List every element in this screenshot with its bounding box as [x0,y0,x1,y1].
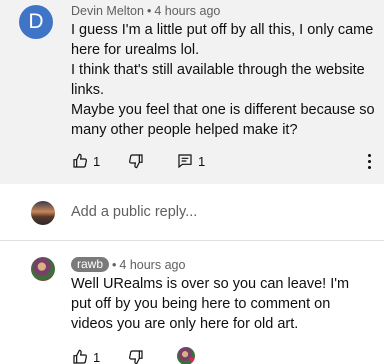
replies-button[interactable]: 1 [177,151,205,171]
thumbs-up-icon [73,153,87,168]
author-name-badge[interactable]: rawb [71,257,110,272]
thumbs-down-icon [129,154,143,169]
more-vertical-icon [361,154,377,169]
like-count: 1 [93,349,101,364]
comment-actions: 1 1 [72,151,377,171]
more-options-button[interactable] [361,151,377,171]
comment-line: I think that's still available through t… [71,62,365,98]
creator-heart-icon: ♥ [189,355,195,364]
like-button[interactable]: 1 [72,151,100,171]
comment-time[interactable]: 4 hours ago [154,4,220,18]
dislike-button[interactable] [128,347,144,364]
dislike-button[interactable] [128,151,144,171]
comment-meta: Devin Melton • 4 hours ago [71,4,221,18]
comment-line: I guess I'm a little put off by all this… [71,22,374,58]
author-avatar[interactable] [31,257,55,281]
comment-actions: 1 ♥ [72,347,272,364]
comment-rawb: rawb • 4 hours ago Well URealms is over so… [0,241,384,364]
comment-meta: rawb • 4 hours ago [71,257,185,272]
thumbs-down-icon [129,350,143,364]
like-count: 1 [93,153,101,169]
current-user-avatar [31,201,55,225]
comment-devin-melton: D Devin Melton • 4 hours ago I guess I'm a… [0,0,384,184]
comment-time[interactable]: 4 hours ago [119,258,185,272]
reply-input[interactable]: Add a public reply... [71,204,197,220]
author-avatar[interactable]: D [19,5,53,39]
reply-count: 1 [198,153,206,169]
comment-text: Well URealms is over so you can leave! I… [71,276,350,332]
author-name[interactable]: Devin Melton [71,4,144,18]
reply-composer: Add a public reply... [0,188,384,238]
comment-text: I guess I'm a little put off by all this… [71,20,376,140]
like-button[interactable]: 1 [72,347,100,364]
thumbs-up-icon [73,349,87,364]
reply-comment-icon [178,154,192,169]
comment-line: Maybe you feel that one is different bec… [71,102,375,138]
